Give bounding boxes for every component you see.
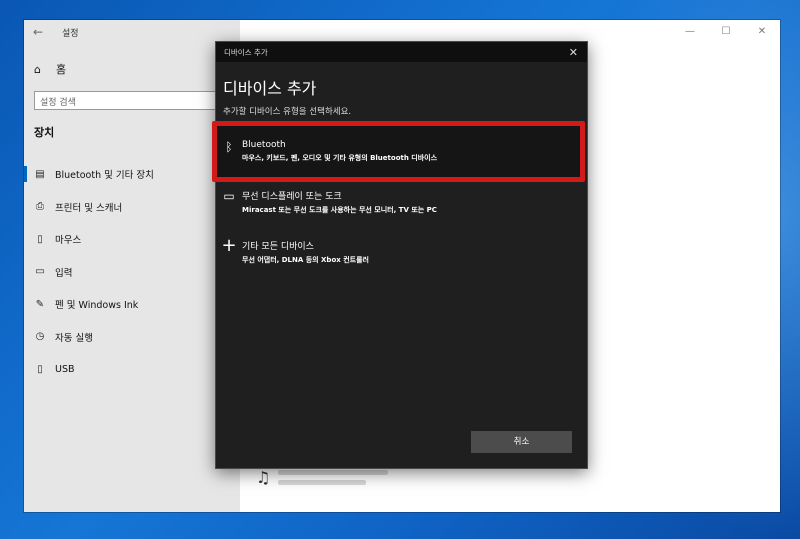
usb-icon: ▯ — [37, 363, 43, 375]
nav-item-usb[interactable]: ▯ USB — [24, 353, 240, 386]
bluetooth-icon: ᛒ — [225, 140, 233, 154]
option-desc: Miracast 또는 무선 도크를 사용하는 무선 모니터, TV 또는 PC — [242, 206, 437, 214]
plus-icon: + — [221, 235, 237, 256]
nav-item-bluetooth[interactable]: ▤ Bluetooth 및 기타 장치 — [24, 158, 240, 191]
nav-item-label: 자동 실행 — [55, 332, 93, 344]
settings-nav-list: ▤ Bluetooth 및 기타 장치 ⎙ 프린터 및 스캐너 ▯ 마우스 ▭ … — [24, 158, 240, 386]
media-device-icon: ♫ — [256, 468, 271, 487]
blurred-line — [278, 480, 367, 485]
devices-icon: ▤ — [35, 168, 45, 180]
maximize-button[interactable]: ☐ — [708, 20, 744, 44]
nav-item-label: USB — [55, 363, 75, 375]
home-label: 홈 — [56, 63, 67, 76]
nav-item-printers[interactable]: ⎙ 프린터 및 스캐너 — [24, 191, 240, 224]
blurred-line — [278, 470, 389, 475]
option-wireless-display[interactable]: ▭ 무선 디스플레이 또는 도크 Miracast 또는 무선 도크를 사용하는… — [216, 189, 587, 215]
printer-icon: ⎙ — [36, 201, 44, 213]
window-controls: — ☐ ✕ — [672, 20, 780, 44]
option-bluetooth[interactable]: ᛒ Bluetooth 마우스, 키보드, 펜, 오디오 및 기타 유형의 Bl… — [216, 140, 587, 163]
option-name: 기타 모든 디바이스 — [242, 242, 314, 252]
nav-item-pen[interactable]: ✎ 펜 및 Windows Ink — [24, 288, 240, 321]
dialog-subtitle: 추가할 디바이스 유형을 선택하세요. — [223, 107, 352, 117]
nav-item-mouse[interactable]: ▯ 마우스 — [24, 223, 240, 256]
cancel-button[interactable]: 취소 — [471, 431, 572, 453]
window-title: 설정 — [62, 28, 79, 39]
home-icon: ⌂ — [34, 62, 41, 76]
back-arrow-icon[interactable]: ← — [26, 25, 50, 39]
nav-item-label: 펜 및 Windows Ink — [55, 300, 139, 312]
add-device-dialog: 디바이스 추가 ✕ 디바이스 추가 추가할 디바이스 유형을 선택하세요. ᛒ … — [212, 41, 588, 469]
close-window-button[interactable]: ✕ — [744, 20, 780, 44]
monitor-icon: ▭ — [223, 189, 235, 203]
option-name: Bluetooth — [242, 140, 286, 150]
blurred-text — [278, 470, 389, 485]
settings-sidebar: ← 설정 ⌂ 홈 설정 검색 장치 ▤ Bluetooth 및 기타 장치 ⎙ … — [24, 20, 240, 512]
option-desc: 무선 어댑터, DLNA 등의 Xbox 컨트롤러 — [242, 256, 369, 264]
option-desc: 마우스, 키보드, 펜, 오디오 및 기타 유형의 Bluetooth 디바이스 — [242, 154, 438, 162]
nav-item-autoplay[interactable]: ◷ 자동 실행 — [24, 321, 240, 354]
nav-item-label: 마우스 — [55, 235, 82, 247]
nav-item-label: Bluetooth 및 기타 장치 — [55, 170, 154, 182]
section-title: 장치 — [34, 126, 55, 139]
nav-item-label: 입력 — [55, 267, 73, 279]
option-name: 무선 디스플레이 또는 도크 — [242, 192, 342, 202]
mouse-icon: ▯ — [37, 233, 43, 245]
blurred-device-item: ♫ — [256, 468, 389, 487]
nav-item-typing[interactable]: ▭ 입력 — [24, 256, 240, 289]
autoplay-icon: ◷ — [35, 331, 45, 343]
dialog-title: 디바이스 추가 — [224, 47, 268, 57]
settings-titlebar: ← 설정 — [24, 20, 240, 44]
nav-item-label: 프린터 및 스캐너 — [55, 202, 123, 214]
dialog-titlebar: 디바이스 추가 ✕ — [216, 42, 587, 62]
home-nav-item[interactable]: ⌂ 홈 — [34, 61, 66, 77]
minimize-button[interactable]: — — [672, 20, 708, 44]
option-other-devices[interactable]: + 기타 모든 디바이스 무선 어댑터, DLNA 등의 Xbox 컨트롤러 — [216, 235, 587, 265]
dialog-heading: 디바이스 추가 — [223, 79, 317, 98]
settings-search-input[interactable]: 설정 검색 — [34, 91, 228, 110]
close-icon[interactable]: ✕ — [569, 46, 578, 59]
keyboard-icon: ▭ — [35, 266, 45, 278]
pen-icon: ✎ — [35, 298, 45, 310]
